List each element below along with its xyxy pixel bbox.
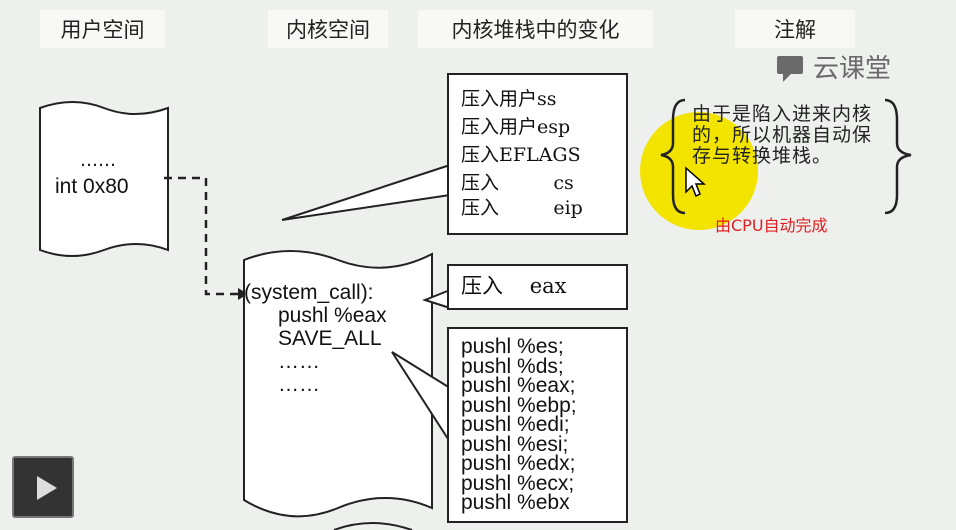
user-dots: …… (80, 150, 116, 171)
annotation-text: 由于是陷入进来内核的，所以机器自动保存与转换堆栈。 (692, 103, 873, 167)
stack-box-eax: 压入 eax (447, 264, 628, 310)
stack-line-eflags: 压入EFLAGS (461, 144, 581, 166)
stack-box-save-all: pushl %es; pushl %ds; pushl %eax; pushl … (447, 327, 628, 523)
brand-logo: 云课堂 (775, 48, 891, 85)
play-button[interactable] (12, 456, 74, 518)
callout-pointers (281, 163, 451, 443)
save-all-line: pushl %es; (461, 335, 564, 358)
header-stack-changes: 内核堆栈中的变化 (418, 10, 653, 48)
stack-line-eax: 压入 eax (461, 274, 567, 298)
stack-line-eip: 压入 eip (461, 197, 583, 219)
save-all-line: pushl %ebx (461, 491, 570, 514)
save-all-line: pushl %edx; (461, 452, 576, 475)
mouse-cursor-icon (685, 166, 706, 198)
stack-line-esp: 压入用户esp (461, 116, 571, 138)
header-user-space: 用户空间 (40, 10, 165, 48)
brand-name: 云课堂 (812, 54, 891, 84)
header-annotation: 注解 (735, 10, 855, 48)
stack-line-ss: 压入用户ss (461, 88, 557, 110)
stack-box-cpu-push: 压入用户ss 压入用户esp 压入EFLAGS 压入 cs 压入 eip (447, 73, 628, 235)
save-all-line: pushl %eax; (461, 374, 576, 397)
header-kernel-space: 内核空间 (268, 10, 388, 48)
user-int-instruction: int 0x80 (55, 175, 129, 198)
annotation-note: 由CPU自动完成 (715, 216, 828, 235)
dashed-connector (164, 176, 248, 300)
save-all-line: pushl %edi; (461, 413, 570, 436)
cloud-classroom-icon (776, 55, 803, 82)
stack-line-cs: 压入 cs (461, 172, 574, 194)
